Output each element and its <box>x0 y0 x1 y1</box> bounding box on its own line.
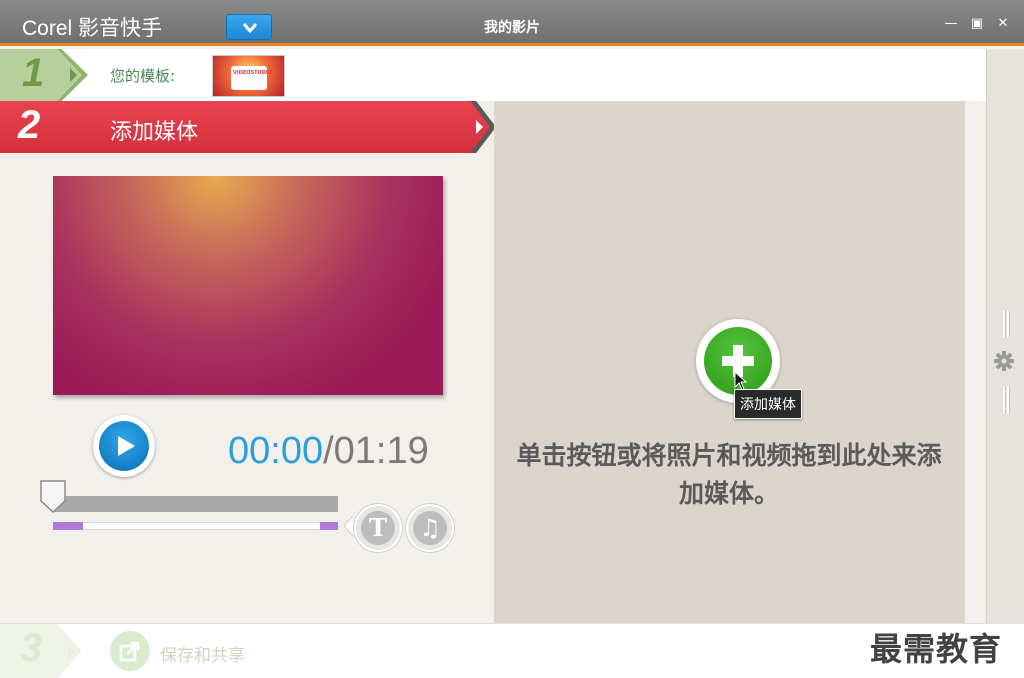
trim-arrow-icon <box>343 516 353 536</box>
trim-end-marker[interactable] <box>320 522 338 530</box>
scrub-handle[interactable] <box>39 479 67 515</box>
side-rail <box>986 49 1024 623</box>
music-icon: ♫ <box>413 511 447 545</box>
time-separator: / <box>323 430 334 472</box>
scrub-track[interactable] <box>53 496 338 512</box>
mouse-cursor-icon <box>734 371 748 391</box>
play-icon <box>118 436 135 456</box>
gear-icon[interactable] <box>993 350 1015 372</box>
step-2-number: 2 <box>18 103 41 147</box>
play-button-inner <box>99 421 149 471</box>
step-1-number: 1 <box>22 51 45 95</box>
export-arrow-icon <box>119 641 140 662</box>
template-label: 您的模板: <box>110 67 176 85</box>
rail-grip-bottom <box>1003 387 1005 413</box>
add-media-tooltip: 添加媒体 <box>734 389 802 419</box>
media-drop-area[interactable]: 添加媒体 单击按钮或将照片和视频拖到此处来添加媒体。 <box>494 101 965 623</box>
step-arrow-icon <box>70 68 77 82</box>
step-1-bar[interactable]: 1 您的模板: VIDEOSTUDIO <box>0 49 986 101</box>
current-time: 00:00 <box>228 430 324 472</box>
template-thumbnail[interactable]: VIDEOSTUDIO <box>212 55 285 97</box>
step-3-number: 3 <box>20 626 43 670</box>
rail-grip-top <box>1003 311 1005 337</box>
drop-hint-text: 单击按钮或将照片和视频拖到此处来添加媒体。 <box>516 441 942 508</box>
step-3-label: 保存和共享 <box>160 646 245 666</box>
trim-track[interactable] <box>53 522 338 530</box>
step-2-header[interactable]: 2 添加媒体 <box>0 101 496 153</box>
timecode: 00:00/01:19 <box>228 430 429 473</box>
title-icon: T <box>361 511 395 545</box>
player-panel: 00:00/01:19 T ♫ <box>0 153 494 623</box>
add-music-button[interactable]: ♫ <box>406 504 454 552</box>
window-title: 我的影片 <box>484 20 540 36</box>
close-button[interactable]: ✕ <box>994 15 1012 33</box>
share-icon <box>110 631 150 671</box>
step-2-label: 添加媒体 <box>110 120 199 145</box>
app-window: Corel 影音快手 我的影片 — ▣ ✕ 1 您的模板: VIDEOSTUDI… <box>0 0 1024 678</box>
maximize-button[interactable]: ▣ <box>968 15 986 33</box>
video-preview <box>53 176 443 395</box>
template-card: VIDEOSTUDIO <box>231 66 272 90</box>
play-button[interactable] <box>93 415 155 477</box>
watermark-logo: 最需教育 <box>870 630 1003 668</box>
panel-side-strip <box>965 101 986 623</box>
total-time: 01:19 <box>333 430 429 472</box>
step-arrow-icon <box>476 120 483 134</box>
step-2-band <box>0 101 490 153</box>
title-bar: Corel 影音快手 我的影片 — ▣ ✕ <box>0 0 1024 46</box>
step-3-bar[interactable]: 3 保存和共享 最需教育 <box>0 623 1024 678</box>
rail-grip-top-2 <box>1007 311 1009 337</box>
add-title-button[interactable]: T <box>354 504 402 552</box>
minimize-button[interactable]: — <box>942 15 960 33</box>
trim-start-marker[interactable] <box>53 522 83 530</box>
template-thumb-text: VIDEOSTUDIO <box>233 70 272 76</box>
step-arrow-icon <box>68 645 75 659</box>
rail-grip-bottom-2 <box>1007 387 1009 413</box>
